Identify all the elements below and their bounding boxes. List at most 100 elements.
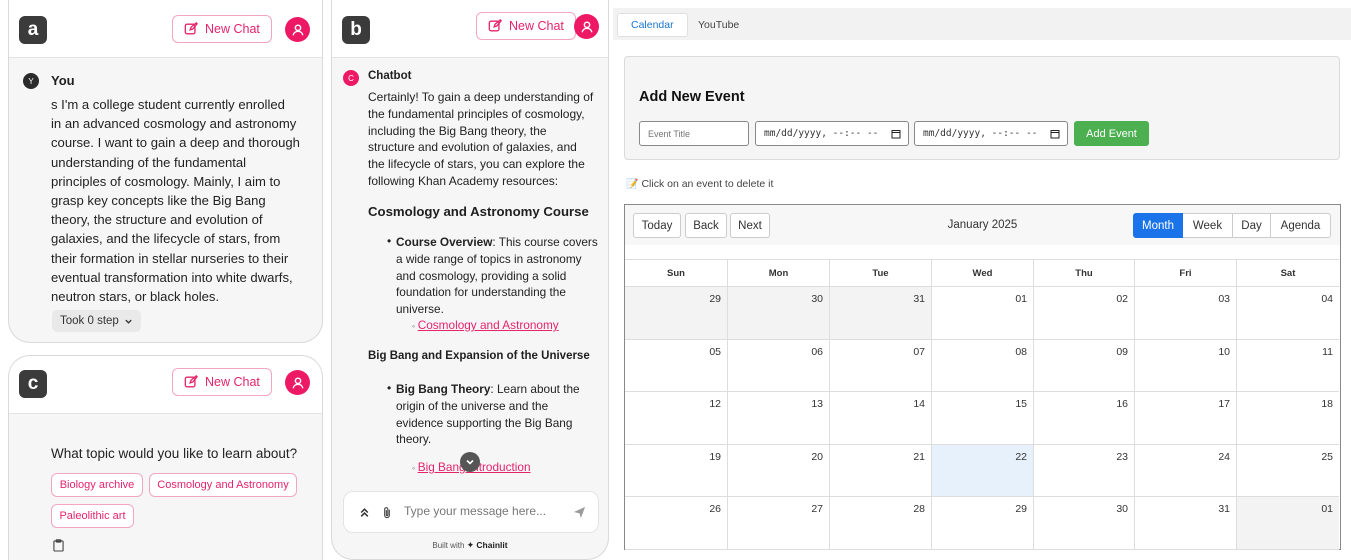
- day-cell[interactable]: 02: [1033, 287, 1134, 340]
- chat-header: c New Chat: [9, 356, 322, 414]
- section-heading-course: Cosmology and Astronomy Course: [368, 204, 589, 219]
- day-cell[interactable]: 04: [1236, 287, 1339, 340]
- day-cell[interactable]: 31: [1134, 497, 1236, 550]
- bot-intro: Certainly! To gain a deep understanding …: [368, 90, 594, 188]
- scroll-down-button[interactable]: [460, 452, 480, 472]
- panel-tag: b: [342, 16, 370, 44]
- starter-chip-cosmology[interactable]: Cosmology and Astronomy: [149, 473, 297, 497]
- day-cell[interactable]: 30: [727, 287, 829, 340]
- chat-header: b New Chat: [332, 0, 608, 58]
- new-chat-button[interactable]: New Chat: [172, 368, 272, 396]
- bullet-dot: •: [387, 234, 392, 248]
- weekday-wed: Wed: [931, 259, 1033, 287]
- day-cell[interactable]: 19: [625, 445, 727, 498]
- day-cell[interactable]: 15: [931, 392, 1033, 445]
- edit-icon: [184, 375, 198, 388]
- view-day-button[interactable]: Day: [1233, 213, 1271, 238]
- send-icon[interactable]: [573, 506, 586, 519]
- day-cell[interactable]: 06: [727, 339, 829, 393]
- today-button[interactable]: Today: [633, 213, 681, 238]
- user-avatar[interactable]: [285, 370, 310, 395]
- day-cell[interactable]: 05: [625, 340, 727, 393]
- user-avatar[interactable]: [574, 14, 599, 39]
- weekday-header: Sun Mon Tue Wed Thu Fri Sat: [625, 259, 1340, 287]
- new-chat-button[interactable]: New Chat: [476, 12, 576, 40]
- starter-question: What topic would you like to learn about…: [51, 446, 298, 461]
- day-cell[interactable]: 27: [727, 497, 829, 550]
- chat-header: a New Chat: [9, 0, 322, 58]
- new-chat-button[interactable]: New Chat: [172, 15, 272, 43]
- user-icon: [291, 23, 304, 35]
- steps-toggle[interactable]: Took 0 step: [52, 310, 141, 332]
- message-author: You: [51, 73, 75, 88]
- next-button[interactable]: Next: [730, 213, 770, 238]
- day-cell[interactable]: 03: [1134, 287, 1236, 340]
- day-cell[interactable]: 08: [931, 339, 1033, 393]
- form-title: Add New Event: [639, 89, 745, 105]
- weekday-sun: Sun: [625, 259, 727, 287]
- chevron-down-icon: [466, 459, 474, 465]
- start-datetime-input[interactable]: mm/dd/yyyy, --:-- --: [755, 121, 909, 146]
- message-input[interactable]: [404, 504, 554, 518]
- new-chat-label: New Chat: [205, 22, 260, 36]
- view-agenda-button[interactable]: Agenda: [1271, 213, 1331, 238]
- message-text: s I'm a college student currently enroll…: [51, 97, 300, 305]
- day-cell[interactable]: 26: [625, 497, 727, 550]
- end-datetime-input[interactable]: mm/dd/yyyy, --:-- --: [914, 121, 1068, 146]
- add-event-button[interactable]: Add Event: [1074, 121, 1149, 146]
- view-month-button[interactable]: Month: [1133, 213, 1183, 238]
- event-title-input[interactable]: [639, 121, 749, 146]
- day-cell[interactable]: 30: [1033, 497, 1134, 550]
- chat-panel-c: c New Chat What topic would you like to …: [8, 355, 323, 560]
- panel-tag: a: [19, 16, 47, 44]
- day-cell[interactable]: 28: [829, 497, 931, 550]
- calendar-icon: [1050, 129, 1060, 138]
- paperclip-icon[interactable]: [382, 506, 392, 519]
- day-cell[interactable]: 21: [829, 444, 931, 498]
- chat-panel-a: a New Chat Y You s I'm a college student…: [8, 0, 323, 343]
- day-cell[interactable]: 07: [829, 339, 931, 393]
- new-chat-label: New Chat: [205, 375, 260, 389]
- tab-calendar[interactable]: Calendar: [617, 13, 688, 37]
- day-cell[interactable]: 01: [1236, 497, 1339, 550]
- chevrons-up-icon[interactable]: [359, 507, 370, 518]
- user-avatar[interactable]: [285, 17, 310, 42]
- day-cell[interactable]: 16: [1033, 392, 1134, 445]
- day-cell[interactable]: 11: [1236, 339, 1339, 393]
- user-icon: [291, 376, 304, 388]
- day-cell[interactable]: 20: [727, 444, 829, 498]
- day-cell[interactable]: 23: [1033, 444, 1134, 498]
- clipboard-icon[interactable]: [53, 539, 64, 552]
- memo-icon: 📝: [626, 178, 639, 190]
- day-cell[interactable]: 10: [1134, 339, 1236, 393]
- tab-youtube[interactable]: YouTube: [685, 13, 752, 37]
- day-cell[interactable]: 14: [829, 392, 931, 445]
- view-week-button[interactable]: Week: [1183, 213, 1233, 238]
- day-cell[interactable]: 29: [625, 287, 727, 340]
- back-button[interactable]: Back: [685, 213, 727, 238]
- day-cell[interactable]: 25: [1236, 444, 1339, 498]
- user-icon: [580, 20, 593, 32]
- day-cell[interactable]: 22: [931, 444, 1033, 498]
- weekday-sat: Sat: [1236, 259, 1339, 287]
- built-with-footer: Built with ✦ Chainlit: [432, 540, 508, 550]
- day-cell[interactable]: 17: [1134, 392, 1236, 445]
- day-cell[interactable]: 12: [625, 392, 727, 445]
- day-cell[interactable]: 18: [1236, 392, 1339, 445]
- day-cell[interactable]: 01: [931, 287, 1033, 340]
- course-overview-text: Course Overview: This course covers a wi…: [396, 235, 598, 317]
- starter-chip-paleolithic[interactable]: Paleolithic art: [51, 504, 134, 528]
- weekday-thu: Thu: [1033, 259, 1134, 287]
- calendar-icon: [891, 129, 901, 138]
- weekday-tue: Tue: [829, 259, 931, 287]
- day-cell[interactable]: 24: [1134, 444, 1236, 498]
- course-link[interactable]: ◦ Cosmology and Astronomy: [412, 318, 559, 332]
- starter-chip-biology[interactable]: Biology archive: [51, 473, 143, 497]
- day-cell[interactable]: 31: [829, 287, 931, 340]
- weekday-fri: Fri: [1134, 259, 1236, 287]
- day-cell[interactable]: 13: [727, 392, 829, 445]
- chevron-down-icon: [125, 319, 132, 324]
- day-cell[interactable]: 09: [1033, 339, 1134, 393]
- day-cell[interactable]: 29: [931, 497, 1033, 550]
- new-chat-label: New Chat: [509, 19, 564, 33]
